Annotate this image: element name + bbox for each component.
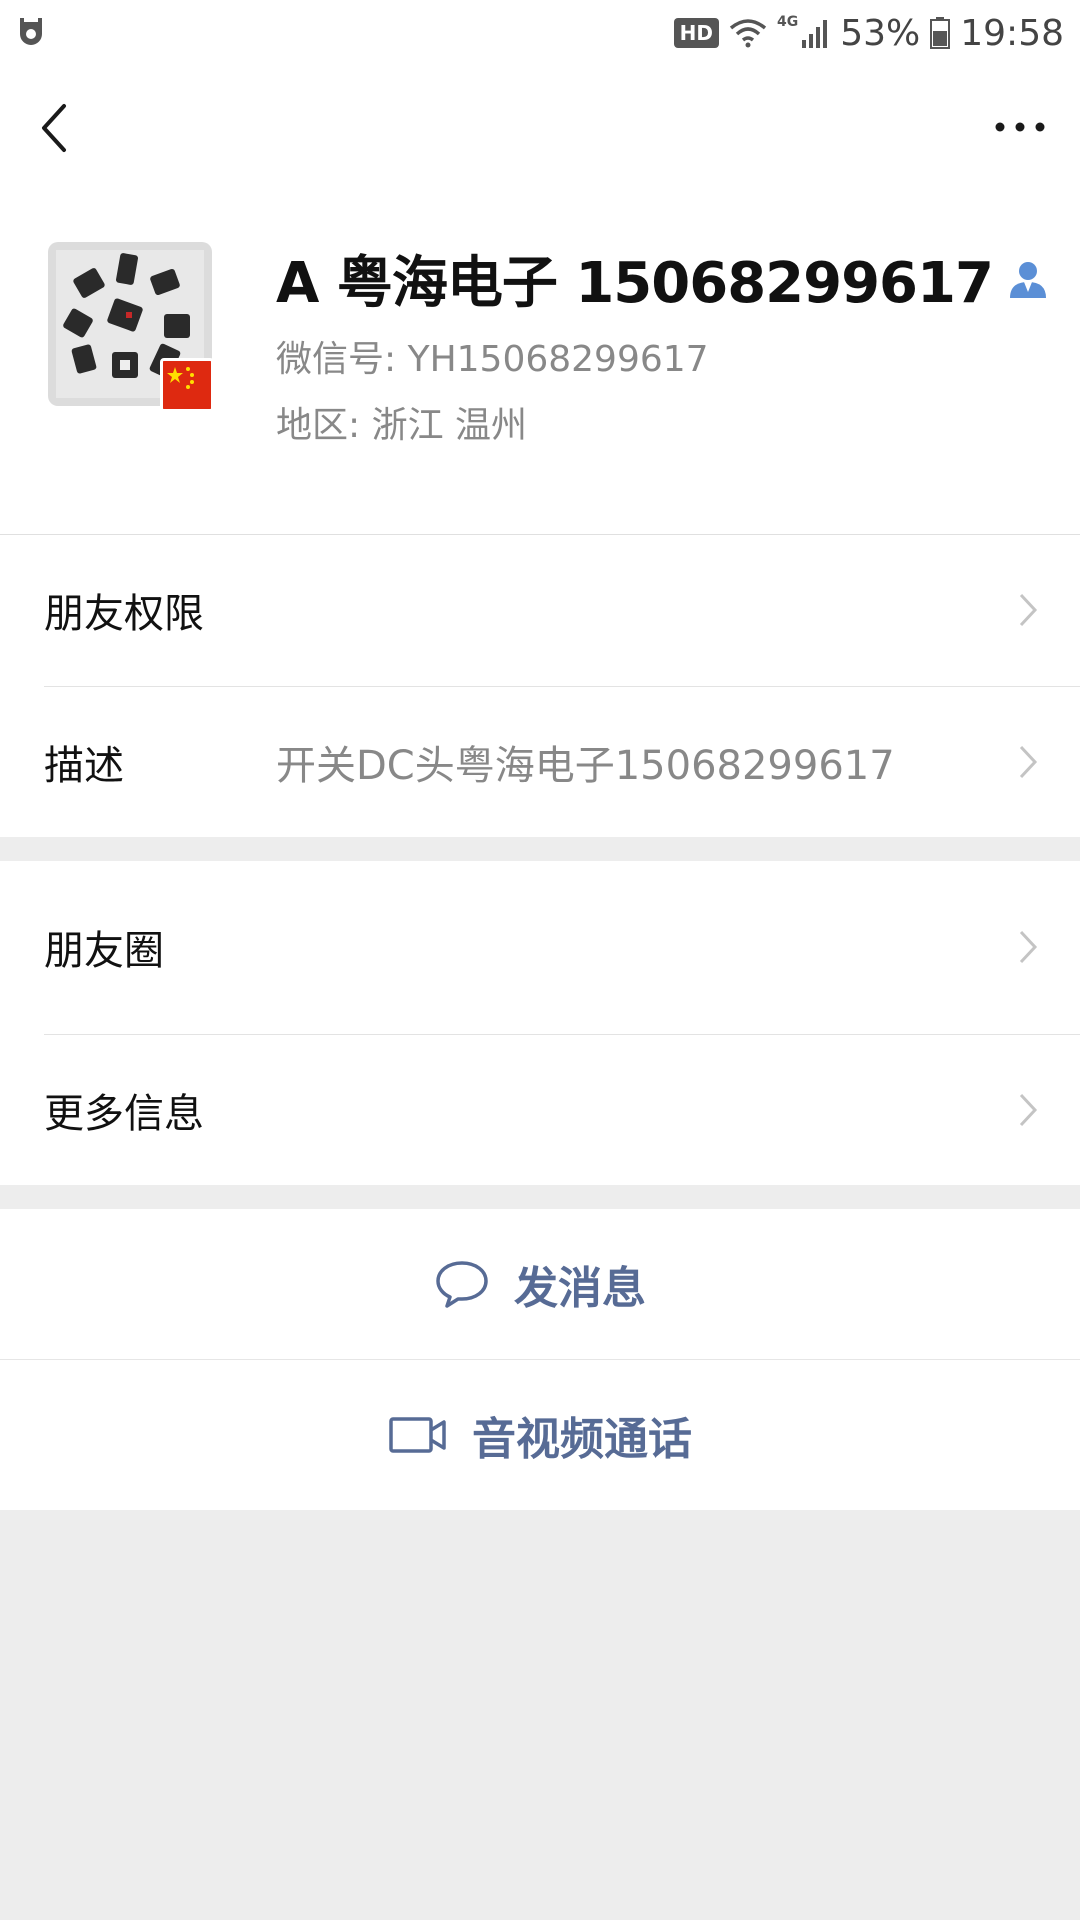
name-row: A 粤海电子 15068299617 [276,238,1049,319]
back-icon[interactable] [34,100,74,156]
moments-label: 朋友圈 [44,928,164,974]
app-notification-icon [20,18,42,45]
video-camera-icon [389,1417,446,1453]
nav-bar [0,66,1080,190]
signal-icon [802,20,828,48]
wechat-id: 微信号: YH15068299617 [276,339,709,380]
chevron-right-icon [1019,930,1038,964]
audio-video-call-button[interactable]: 音视频通话 [0,1360,1080,1510]
network-type-label: 4G [777,14,799,30]
description-label: 描述 [44,743,124,789]
hd-badge: HD [673,18,719,48]
contact-person-icon [1009,261,1046,298]
status-indicators: HD 4G 53% 19:58 [673,8,1064,58]
send-message-label: 发消息 [514,1263,646,1314]
profile-card: A 粤海电子 15068299617 微信号: YH15068299617 地区… [0,190,1080,534]
region: 地区: 浙江 温州 [276,405,528,446]
moments-row[interactable]: 朋友圈 [0,861,1080,1033]
description-row[interactable]: 描述 开关DC头粤海电子15068299617 [0,687,1080,837]
chat-bubble-icon [436,1261,488,1308]
region-flag-icon [160,358,214,412]
chevron-right-icon [1019,593,1038,627]
settings-group-2: 朋友圈 更多信息 [0,861,1080,1185]
more-info-row[interactable]: 更多信息 [0,1035,1080,1185]
description-value: 开关DC头粤海电子15068299617 [276,743,895,789]
wifi-icon [729,19,767,48]
battery-percent: 53% [840,12,921,54]
contact-name: A 粤海电子 15068299617 [276,251,994,316]
friend-permissions-label: 朋友权限 [44,591,204,637]
chevron-right-icon [1019,1093,1038,1127]
audio-video-call-label: 音视频通话 [472,1414,692,1465]
friend-permissions-row[interactable]: 朋友权限 [0,535,1080,685]
battery-icon [930,17,951,49]
more-info-label: 更多信息 [44,1091,204,1137]
send-message-button[interactable]: 发消息 [0,1209,1080,1359]
chevron-right-icon [1019,745,1038,779]
clock: 19:58 [960,12,1064,54]
more-dots-icon[interactable] [990,112,1050,142]
settings-group-1: 朋友权限 描述 开关DC头粤海电子15068299617 [0,535,1080,837]
status-bar: HD 4G 53% 19:58 [0,0,1080,66]
